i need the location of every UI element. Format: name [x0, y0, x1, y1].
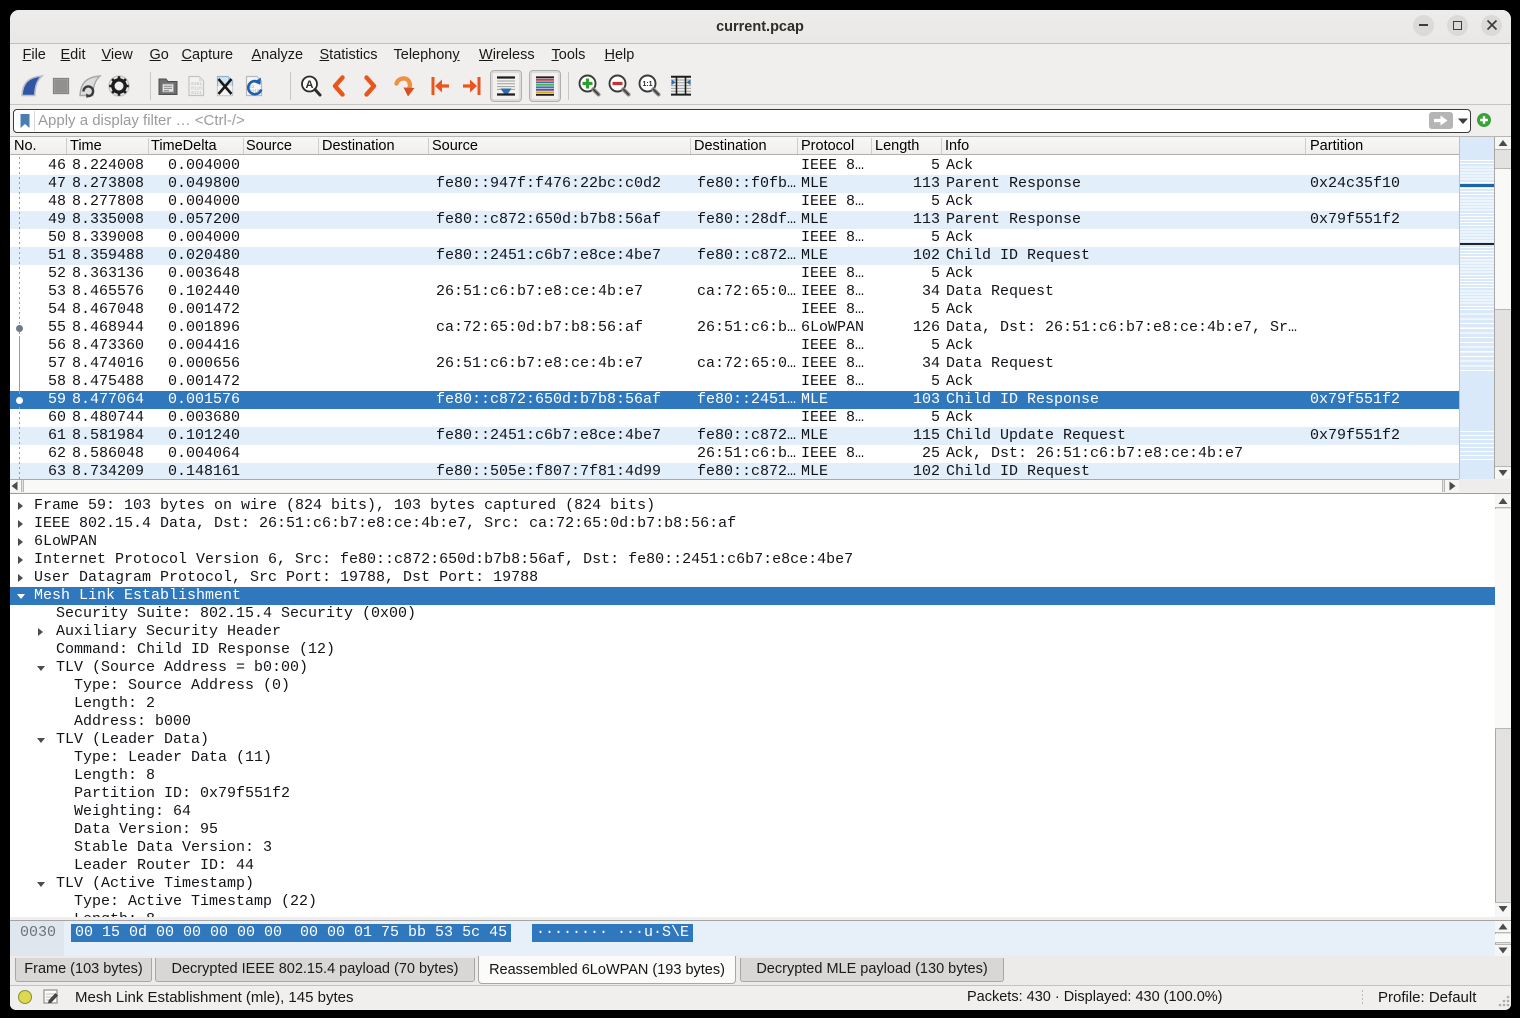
- svg-text:0111: 0111: [191, 90, 202, 96]
- svg-text:1:1: 1:1: [642, 81, 652, 88]
- svg-text:A: A: [306, 79, 314, 91]
